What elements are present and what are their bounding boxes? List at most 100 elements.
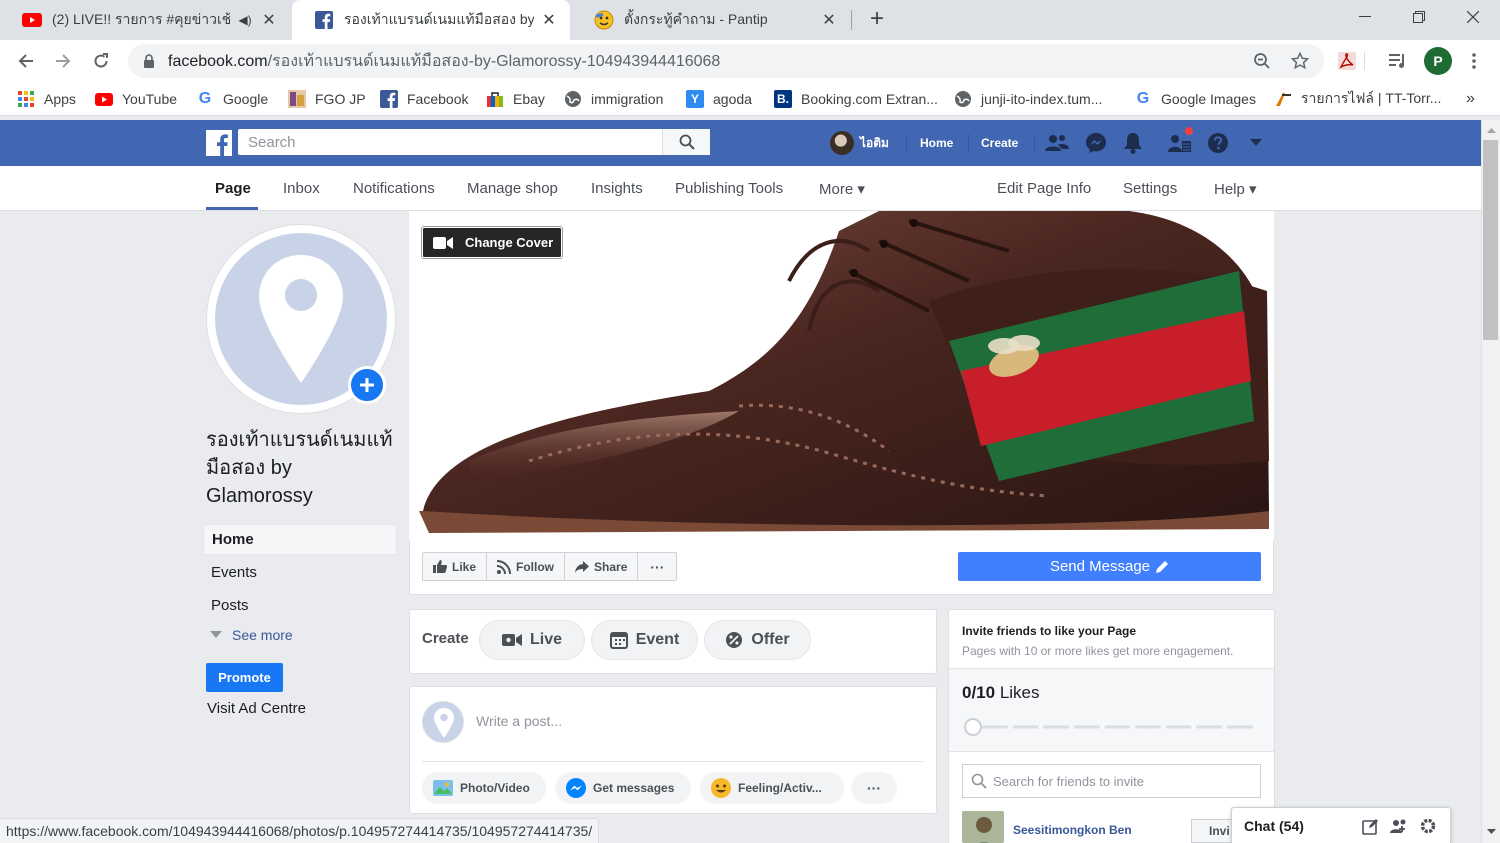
friend-avatar[interactable] [962, 811, 1004, 843]
bookmark-agoda[interactable]: Y agoda [686, 88, 752, 110]
account-menu-icon[interactable] [1244, 132, 1268, 154]
friend-name[interactable]: Seesitimongkon Ben [1013, 823, 1132, 837]
notification-badge [1183, 125, 1195, 137]
tab-title: รองเท้าแบรนด์เนมแท้มือสอง by Glamorossy [344, 11, 534, 27]
zoom-icon[interactable] [1250, 49, 1274, 73]
pantip-emoji-icon [594, 10, 614, 30]
follow-button[interactable]: Follow [487, 553, 566, 580]
facebook-logo-icon[interactable] [206, 130, 232, 156]
bookmark-ebay[interactable]: Ebay [486, 88, 545, 110]
cover-photo[interactable] [409, 211, 1274, 540]
close-tab-icon[interactable]: ✕ [540, 10, 558, 30]
create-offer-button[interactable]: Offer [704, 620, 811, 660]
follow-label: Follow [516, 559, 555, 574]
tab-more[interactable]: More ▾ [819, 166, 865, 211]
close-tab-icon[interactable]: ✕ [260, 10, 278, 30]
bookmark-google[interactable]: G Google [196, 88, 268, 110]
back-button[interactable] [14, 49, 38, 73]
composer-divider [422, 761, 924, 762]
add-profile-photo-button[interactable] [348, 366, 386, 404]
new-message-icon[interactable] [1362, 818, 1379, 838]
tab-page[interactable]: Page [215, 166, 251, 211]
bookmark-google-images[interactable]: G Google Images [1134, 88, 1256, 110]
scroll-up-arrow-icon[interactable] [1482, 124, 1500, 138]
tab-insights[interactable]: Insights [591, 166, 643, 211]
nav-divider [906, 134, 907, 152]
scrollbar-thumb[interactable] [1483, 140, 1498, 340]
browser-tab-facebook[interactable]: รองเท้าแบรนด์เนมแท้มือสอง by Glamorossy … [292, 0, 570, 40]
nav-home-link[interactable]: Home [920, 120, 953, 166]
left-nav-events[interactable]: Events [203, 557, 397, 588]
close-window-button[interactable] [1448, 0, 1498, 34]
like-button[interactable]: Like [423, 553, 488, 580]
visit-ad-centre-link[interactable]: Visit Ad Centre [207, 700, 306, 717]
bookmark-apps[interactable]: Apps [17, 88, 76, 110]
tab-inbox[interactable]: Inbox [283, 166, 320, 211]
chat-settings-gear-icon[interactable] [1419, 817, 1437, 838]
bookmark-tt-torrent[interactable]: รายการไฟล์ | TT-Torr... [1274, 88, 1441, 110]
close-tab-icon[interactable]: ✕ [820, 10, 838, 30]
acrobat-extension-icon[interactable] [1335, 49, 1359, 73]
likes-progress-section [949, 669, 1274, 751]
tab-help[interactable]: Help ▾ [1214, 166, 1257, 211]
tab-title: ตั้งกระทู้คำถาม - Pantip [624, 11, 768, 27]
create-live-button[interactable]: Live [479, 620, 585, 660]
bookmark-label: รายการไฟล์ | TT-Torr... [1301, 90, 1442, 106]
change-cover-button[interactable]: Change Cover [422, 227, 562, 258]
bookmarks-overflow-button[interactable]: » [1466, 88, 1475, 110]
minimize-button[interactable] [1340, 0, 1390, 34]
bookmark-star-icon[interactable] [1288, 49, 1312, 73]
messenger-icon[interactable] [1084, 132, 1108, 154]
tab-manage-shop[interactable]: Manage shop [467, 166, 558, 211]
facebook-search-input[interactable] [238, 130, 662, 154]
bookmark-junji-ito[interactable]: junji-ito-index.tum... [954, 88, 1102, 110]
send-message-button[interactable]: Send Message [958, 552, 1261, 581]
toolbar-divider [1364, 52, 1365, 70]
tab-edit-page-info[interactable]: Edit Page Info [997, 166, 1091, 211]
left-nav-posts[interactable]: Posts [203, 590, 397, 621]
friend-requests-icon[interactable] [1045, 132, 1069, 154]
address-bar[interactable]: facebook.com/รองเท้าแบรนด์เนมแท้มือสอง-b… [128, 44, 1324, 78]
invite-title: Invite friends to like your Page [962, 624, 1137, 638]
tab-settings[interactable]: Settings [1123, 166, 1177, 211]
notifications-bell-icon[interactable] [1121, 132, 1145, 154]
invite-search-input[interactable] [993, 773, 1253, 789]
nav-create-link[interactable]: Create [981, 120, 1018, 166]
promote-button[interactable]: Promote [206, 663, 283, 692]
browser-tab-pantip[interactable]: ตั้งกระทู้คำถาม - Pantip ✕ [572, 0, 850, 40]
create-group-icon[interactable] [1390, 818, 1408, 838]
bookmark-youtube[interactable]: YouTube [95, 88, 177, 110]
restore-button[interactable] [1394, 0, 1444, 34]
bookmark-label: Google Images [1161, 91, 1256, 107]
composer-more-button[interactable]: ··· [851, 772, 897, 804]
media-queue-icon[interactable] [1386, 49, 1410, 73]
see-more-link[interactable]: See more [210, 627, 293, 643]
photo-video-button[interactable]: Photo/Video [422, 772, 546, 804]
search-button[interactable] [662, 129, 710, 155]
share-button[interactable]: Share [565, 553, 639, 580]
help-icon[interactable] [1206, 132, 1230, 154]
scroll-down-arrow-icon[interactable] [1482, 824, 1500, 838]
bookmark-immigration[interactable]: immigration [564, 88, 663, 110]
event-label: Event [635, 631, 680, 648]
write-post-input[interactable]: Write a post... [476, 713, 562, 729]
tab-notifications[interactable]: Notifications [353, 166, 435, 211]
chrome-menu-icon[interactable] [1462, 49, 1486, 73]
bookmark-facebook[interactable]: Facebook [380, 88, 468, 110]
get-messages-button[interactable]: Get messages [555, 772, 691, 804]
tab-publishing-tools[interactable]: Publishing Tools [675, 166, 783, 211]
profile-avatar[interactable]: P [1424, 47, 1452, 75]
profile-link[interactable]: ไอติม [830, 120, 889, 166]
more-actions-button[interactable]: ··· [638, 553, 676, 580]
reload-button[interactable] [89, 49, 113, 73]
chat-bar[interactable]: Chat (54) [1231, 807, 1451, 843]
bookmark-fgo-jp[interactable]: FGO JP [288, 88, 366, 110]
forward-button[interactable] [51, 49, 75, 73]
bookmark-booking[interactable]: B. Booking.com Extran... [774, 88, 938, 110]
browser-tab-youtube[interactable]: (2) LIVE!! รายการ #คุยข่าวเช้าช่อง8 วันท… [0, 0, 290, 40]
create-event-button[interactable]: Event [591, 620, 698, 660]
left-nav-home[interactable]: Home [203, 524, 397, 555]
feeling-activity-button[interactable]: Feeling/Activ... [700, 772, 844, 804]
new-tab-button[interactable]: + [864, 7, 890, 32]
chat-label: Chat (54) [1244, 817, 1304, 834]
